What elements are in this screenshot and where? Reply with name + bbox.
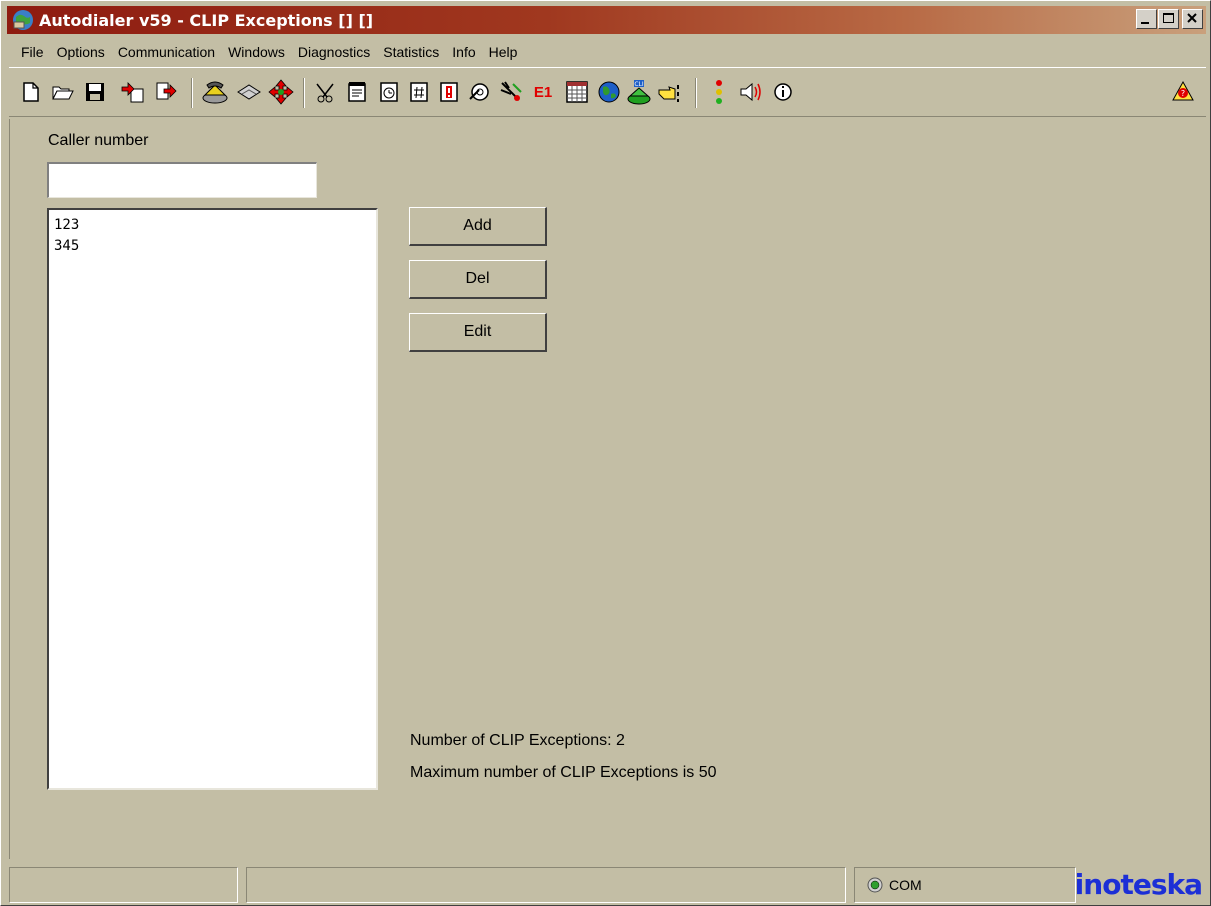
notepad-icon[interactable]	[343, 78, 371, 106]
settings-icon[interactable]	[465, 78, 493, 106]
app-window: Autodialer v59 - CLIP Exceptions [] [] F…	[0, 0, 1211, 906]
phone-icon[interactable]	[201, 78, 229, 106]
edit-button[interactable]: Edit	[409, 313, 547, 352]
hash-icon[interactable]	[405, 78, 433, 106]
open-folder-icon[interactable]	[49, 78, 77, 106]
toolbar: E1 CLI ?	[9, 67, 1206, 117]
toolbar-separator	[191, 78, 193, 108]
menu-diagnostics[interactable]: Diagnostics	[298, 44, 370, 60]
menu-info[interactable]: Info	[452, 44, 475, 60]
import-icon[interactable]	[119, 78, 147, 106]
traffic-light-icon[interactable]	[705, 78, 733, 106]
menu-communication[interactable]: Communication	[118, 44, 215, 60]
add-button[interactable]: Add	[409, 207, 547, 246]
caller-number-list[interactable]: 123 345	[47, 208, 378, 790]
menu-options[interactable]: Options	[57, 44, 105, 60]
svg-text:?: ?	[1181, 89, 1185, 98]
toolbar-separator	[695, 78, 697, 108]
com-label: COM	[889, 877, 922, 893]
info-icon[interactable]	[769, 78, 797, 106]
window-title: Autodialer v59 - CLIP Exceptions [] []	[39, 10, 374, 30]
del-button[interactable]: Del	[409, 260, 547, 299]
com-led-icon	[867, 877, 883, 893]
help-icon[interactable]: ?	[1169, 78, 1197, 106]
move-arrows-icon[interactable]	[267, 78, 295, 106]
status-panel-com: COM	[854, 867, 1076, 903]
inoteska-logo: inoteska	[1074, 868, 1203, 901]
chip-icon[interactable]	[235, 78, 263, 106]
save-disk-icon[interactable]	[81, 78, 109, 106]
menu-file[interactable]: File	[21, 44, 44, 60]
speaker-icon[interactable]	[737, 78, 765, 106]
scissors-icon[interactable]	[311, 78, 339, 106]
status-panel-2	[246, 867, 846, 903]
list-item[interactable]: 345	[54, 236, 371, 257]
exception-max-text: Maximum number of CLIP Exceptions is 50	[410, 764, 717, 781]
menu-help[interactable]: Help	[489, 44, 518, 60]
globe-icon[interactable]	[595, 78, 623, 106]
toolbar-separator	[303, 78, 305, 108]
e1-icon[interactable]: E1	[529, 78, 557, 106]
close-button[interactable]	[1182, 9, 1203, 29]
status-panel-1	[9, 867, 238, 903]
caller-number-label: Caller number	[48, 132, 149, 149]
status-bar: COM	[9, 867, 1206, 903]
alert-icon[interactable]	[435, 78, 463, 106]
menu-statistics[interactable]: Statistics	[383, 44, 439, 60]
export-icon[interactable]	[153, 78, 181, 106]
list-item[interactable]: 123	[54, 215, 371, 236]
title-bar[interactable]: Autodialer v59 - CLIP Exceptions [] []	[7, 6, 1206, 34]
maximize-button[interactable]	[1158, 9, 1179, 29]
autodialer-app-icon	[11, 8, 35, 32]
wiring-icon[interactable]	[497, 78, 525, 106]
caller-number-input[interactable]	[47, 162, 317, 198]
menu-bar: File Options Communication Windows Diagn…	[9, 41, 517, 63]
exception-count-text: Number of CLIP Exceptions: 2	[410, 732, 625, 749]
pointer-icon[interactable]	[657, 78, 685, 106]
cli-phone-icon[interactable]: CLI	[625, 78, 653, 106]
calendar-icon[interactable]	[563, 78, 591, 106]
cli-label: CLI	[634, 81, 644, 88]
timer-icon[interactable]	[375, 78, 403, 106]
new-document-icon[interactable]	[17, 78, 45, 106]
menu-windows[interactable]: Windows	[228, 44, 285, 60]
minimize-button[interactable]	[1136, 9, 1157, 29]
